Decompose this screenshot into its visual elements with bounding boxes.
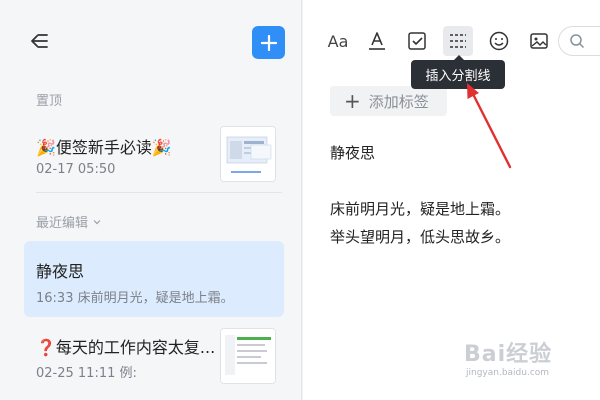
- recent-section-label[interactable]: 最近编辑: [36, 212, 102, 231]
- search-input[interactable]: [558, 26, 600, 56]
- collapse-sidebar-button[interactable]: [26, 28, 52, 54]
- add-note-button[interactable]: [252, 26, 285, 59]
- insert-divider-tooltip: 插入分割线: [411, 55, 505, 89]
- font-style-button[interactable]: Aa: [323, 26, 353, 56]
- note-body-line: 床前明月光，疑是地上霜。: [330, 200, 511, 218]
- add-tag-button[interactable]: + 添加标签: [330, 86, 447, 116]
- note-meta: 02-17 05:50: [36, 162, 116, 177]
- checkbox-icon: [408, 32, 426, 50]
- smiley-icon: [489, 31, 509, 51]
- insert-image-button[interactable]: [524, 26, 554, 56]
- checklist-button[interactable]: [402, 26, 432, 56]
- note-thumbnail: [220, 126, 276, 182]
- note-meta: 02-25 11:11 例:: [36, 366, 137, 381]
- editor-toolbar: Aa: [303, 18, 600, 64]
- plus-icon: +: [344, 89, 361, 113]
- list-divider: [36, 192, 282, 193]
- back-arrow-icon: [31, 34, 48, 48]
- note-item[interactable]: ❓每天的工作内容太复... 02-25 11:11 例:: [24, 326, 284, 400]
- text-color-icon: [369, 32, 385, 50]
- note-list-header: [0, 0, 301, 78]
- note-body-heading: 静夜思: [330, 144, 376, 162]
- font-style-icon: Aa: [327, 31, 349, 51]
- note-title: ❓每天的工作内容太复...: [36, 338, 216, 357]
- note-meta: 16:33 床前明月光，疑是地上霜。: [36, 291, 234, 306]
- insert-divider-button[interactable]: [443, 26, 473, 56]
- divider-icon: [450, 34, 466, 48]
- emoji-button[interactable]: [484, 26, 514, 56]
- note-body-line: 举头望明月，低头思故乡。: [330, 228, 511, 246]
- chevron-down-icon: [93, 219, 101, 224]
- text-color-button[interactable]: [362, 26, 392, 56]
- note-item[interactable]: 🎉便签新手必读🎉 02-17 05:50: [24, 122, 284, 196]
- note-title: 静夜思: [36, 262, 85, 281]
- add-tag-label: 添加标签: [368, 92, 429, 111]
- note-list-pane: 置顶 🎉便签新手必读🎉 02-17 05:50 最近编辑 静夜思 16:33 床…: [0, 0, 302, 400]
- plus-icon: [260, 34, 277, 51]
- pinned-section-label: 置顶: [36, 94, 63, 109]
- image-icon: [530, 33, 548, 49]
- note-item-selected[interactable]: 静夜思 16:33 床前明月光，疑是地上霜。: [24, 241, 284, 317]
- search-icon: [570, 34, 585, 49]
- note-title: 🎉便签新手必读🎉: [36, 138, 172, 157]
- note-thumbnail: [220, 328, 276, 384]
- recent-section-text: 最近编辑: [36, 216, 89, 231]
- baidu-jingyan-watermark: Bai经验 jingyan.baidu.com: [464, 342, 553, 378]
